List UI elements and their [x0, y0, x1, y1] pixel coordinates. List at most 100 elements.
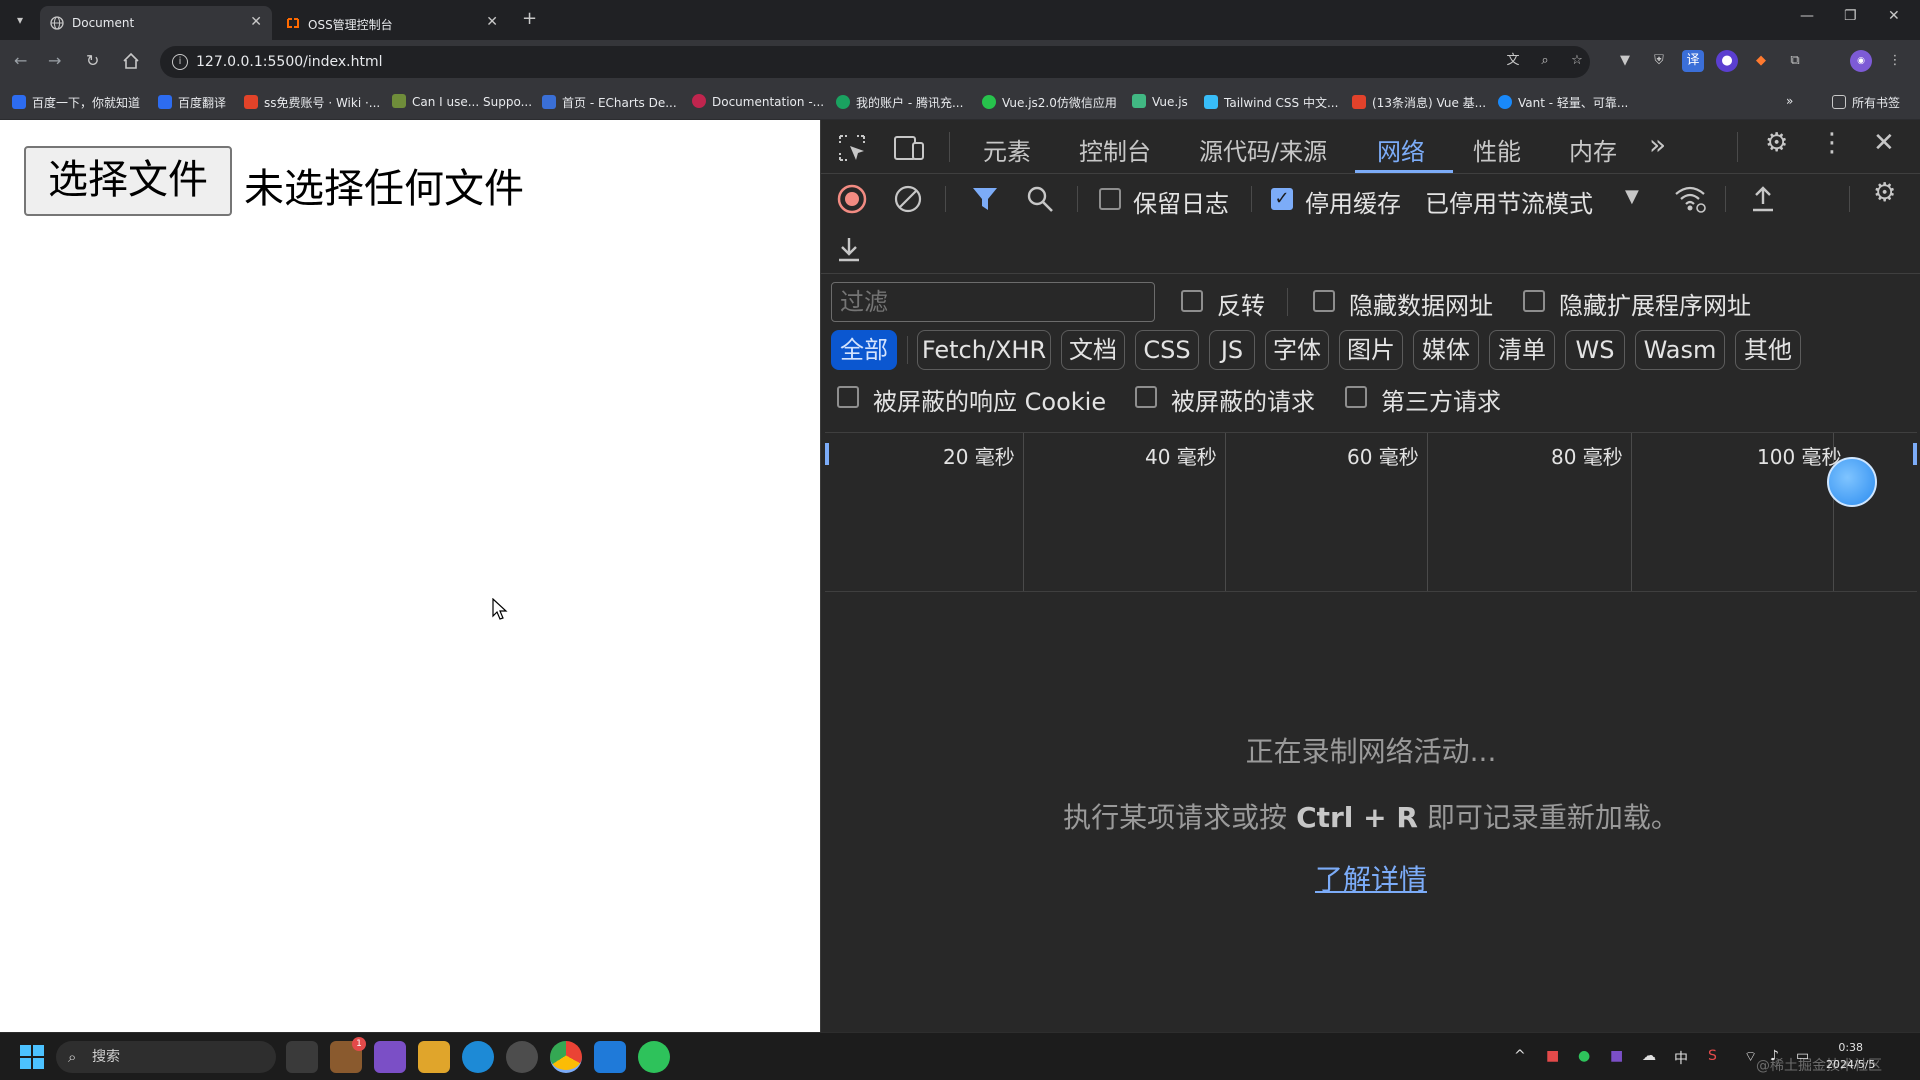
filter-input[interactable]: [831, 282, 1155, 322]
bookmark-item[interactable]: Tailwind CSS 中文...: [1204, 94, 1338, 111]
third-party-checkbox[interactable]: [1345, 386, 1367, 408]
devtools-menu-icon[interactable]: ⋮: [1819, 128, 1845, 158]
filter-chip-media[interactable]: 媒体: [1413, 330, 1479, 370]
bookmark-item[interactable]: Vue.js2.0仿微信应用: [982, 94, 1117, 111]
bookmark-item[interactable]: ss免费账号 · Wiki ·...: [244, 94, 380, 111]
bookmark-item[interactable]: Vant - 轻量、可靠...: [1498, 94, 1628, 111]
network-conditions-icon[interactable]: [1673, 184, 1707, 214]
wechat-icon[interactable]: [638, 1041, 670, 1073]
tab-console[interactable]: 控制台: [1079, 132, 1151, 167]
filter-chip-wasm[interactable]: Wasm: [1635, 330, 1725, 370]
search-icon[interactable]: [1025, 184, 1055, 214]
throttling-dropdown-icon[interactable]: ▼: [1625, 186, 1639, 207]
tray-app-icon[interactable]: ■: [1546, 1048, 1559, 1064]
more-tabs-icon[interactable]: »: [1649, 128, 1666, 161]
restore-icon[interactable]: ❐: [1844, 8, 1857, 24]
file-explorer-icon[interactable]: [418, 1041, 450, 1073]
tab-search-button[interactable]: ▾: [8, 8, 32, 32]
shield-extension-icon[interactable]: ⛨: [1648, 50, 1670, 72]
clear-icon[interactable]: [893, 184, 923, 214]
bookmark-item[interactable]: Documentation -...: [692, 94, 824, 109]
visual-studio-icon[interactable]: [374, 1041, 406, 1073]
filter-chip-js[interactable]: JS: [1209, 330, 1255, 370]
bookmark-item[interactable]: 百度翻译: [158, 94, 226, 111]
bookmark-item[interactable]: 首页 - ECharts De...: [542, 94, 677, 111]
filter-chip-fetch-xhr[interactable]: Fetch/XHR: [917, 330, 1051, 370]
bookmarks-overflow-icon[interactable]: »: [1786, 94, 1793, 108]
filter-chip-other[interactable]: 其他: [1735, 330, 1801, 370]
chrome-menu-icon[interactable]: ⋮: [1884, 50, 1906, 72]
timeline-right-handle[interactable]: [1913, 443, 1917, 465]
window-close-icon[interactable]: ✕: [1888, 8, 1900, 24]
tab-memory[interactable]: 内存: [1569, 132, 1617, 167]
tray-overflow-icon[interactable]: ^: [1514, 1048, 1526, 1064]
close-devtools-icon[interactable]: ✕: [1873, 128, 1895, 158]
bookmark-item[interactable]: 百度一下，你就知道: [12, 94, 140, 111]
filter-chip-all[interactable]: 全部: [831, 330, 897, 370]
profile-avatar[interactable]: ◉: [1850, 50, 1872, 72]
record-stop-icon[interactable]: [837, 184, 867, 214]
home-icon[interactable]: [122, 52, 140, 70]
filter-chip-doc[interactable]: 文档: [1061, 330, 1125, 370]
task-view-icon[interactable]: [286, 1041, 318, 1073]
extensions-puzzle-icon[interactable]: ⧉: [1784, 50, 1806, 72]
network-settings-gear-icon[interactable]: ⚙: [1873, 178, 1896, 208]
disable-cache-checkbox[interactable]: ✓: [1271, 188, 1293, 210]
extension-icon[interactable]: ●: [1716, 50, 1738, 72]
network-overview-timeline[interactable]: 20 毫秒 40 毫秒 60 毫秒 80 毫秒 100 毫秒: [825, 432, 1917, 592]
filter-chip-img[interactable]: 图片: [1339, 330, 1403, 370]
tray-input-method-icon[interactable]: S: [1708, 1048, 1717, 1064]
filter-icon[interactable]: [971, 184, 999, 214]
export-har-icon[interactable]: [835, 234, 863, 264]
tab-sources[interactable]: 源代码/来源: [1199, 132, 1327, 167]
zoom-icon[interactable]: ⌕: [1534, 50, 1556, 72]
bookmark-item[interactable]: (13条消息) Vue 基...: [1352, 94, 1486, 111]
translator-extension-icon[interactable]: 译: [1682, 50, 1704, 72]
hide-extension-urls-checkbox[interactable]: [1523, 290, 1545, 312]
tab-performance[interactable]: 性能: [1473, 132, 1521, 167]
back-icon[interactable]: ←: [14, 51, 27, 70]
bookmark-item[interactable]: 我的账户 - 腾讯充...: [836, 94, 963, 111]
hide-data-urls-checkbox[interactable]: [1313, 290, 1335, 312]
forward-icon[interactable]: →: [48, 51, 61, 70]
edge-browser-icon[interactable]: [462, 1041, 494, 1073]
device-toolbar-icon[interactable]: [893, 133, 925, 163]
taskbar-search-box[interactable]: ⌕ 搜索: [56, 1041, 276, 1073]
tab-oss-console[interactable]: OSS管理控制台 ✕: [276, 6, 508, 40]
invert-checkbox[interactable]: [1181, 290, 1203, 312]
all-bookmarks-folder[interactable]: 所有书签: [1832, 94, 1900, 111]
preserve-log-checkbox[interactable]: [1099, 188, 1121, 210]
throttling-select[interactable]: 已停用节流模式: [1425, 184, 1593, 219]
close-tab-icon[interactable]: ✕: [250, 14, 262, 30]
bookmark-item[interactable]: Can I use... Suppo...: [392, 94, 532, 109]
translate-icon[interactable]: 文: [1502, 50, 1524, 72]
bookmark-item[interactable]: Vue.js: [1132, 94, 1188, 109]
address-bar[interactable]: i 127.0.0.1:5500/index.html: [160, 46, 1590, 78]
filter-chip-ws[interactable]: WS: [1565, 330, 1625, 370]
tray-app-icon[interactable]: ■: [1610, 1048, 1623, 1064]
close-tab-icon[interactable]: ✕: [486, 14, 498, 30]
tray-wechat-icon[interactable]: ●: [1578, 1048, 1590, 1064]
choose-file-button[interactable]: 选择文件: [24, 146, 232, 216]
learn-more-link[interactable]: 了解详情: [1315, 858, 1427, 898]
import-har-icon[interactable]: [1749, 184, 1777, 214]
filter-chip-css[interactable]: CSS: [1135, 330, 1199, 370]
app-icon[interactable]: [506, 1041, 538, 1073]
reload-icon[interactable]: ↻: [86, 51, 99, 70]
ime-indicator[interactable]: 中: [1674, 1048, 1688, 1068]
settings-gear-icon[interactable]: ⚙: [1765, 128, 1788, 158]
bookmark-star-icon[interactable]: ☆: [1566, 50, 1588, 72]
inspect-element-icon[interactable]: [837, 133, 867, 163]
chrome-browser-icon[interactable]: [550, 1041, 582, 1073]
blocked-requests-checkbox[interactable]: [1135, 386, 1157, 408]
notes-app-icon[interactable]: 1: [330, 1037, 366, 1073]
minimize-icon[interactable]: —: [1800, 8, 1814, 24]
tab-document[interactable]: Document ✕: [40, 6, 272, 40]
vscode-icon[interactable]: [594, 1041, 626, 1073]
new-tab-button[interactable]: +: [522, 8, 537, 29]
site-info-icon[interactable]: i: [172, 54, 188, 70]
tray-cloud-icon[interactable]: ☁: [1642, 1048, 1656, 1064]
timeline-left-handle[interactable]: [825, 443, 829, 465]
tab-elements[interactable]: 元素: [983, 132, 1031, 167]
fox-extension-icon[interactable]: ◆: [1750, 50, 1772, 72]
